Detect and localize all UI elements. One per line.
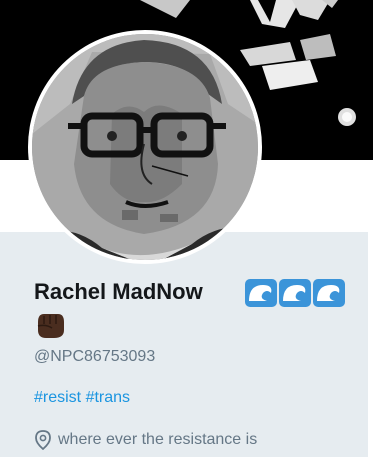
name-emojis — [245, 279, 345, 307]
location-pin-icon — [35, 430, 51, 450]
bio: #resist #trans — [34, 389, 130, 407]
raised-fist-icon — [37, 314, 64, 338]
fist-emoji-row — [34, 310, 66, 345]
avatar-frame[interactable] — [28, 30, 262, 264]
location: where ever the resistance is — [34, 430, 257, 450]
hashtag-link-resist[interactable]: #resist — [34, 389, 81, 406]
avatar-image — [32, 34, 258, 260]
user-handle[interactable]: @NPC86753093 — [34, 348, 155, 366]
wave-icon — [279, 279, 311, 307]
location-text: where ever the resistance is — [58, 431, 258, 448]
avatar[interactable] — [32, 34, 258, 260]
wave-icon — [245, 279, 277, 307]
wave-icon — [313, 279, 345, 307]
hashtag-link-trans[interactable]: #trans — [86, 389, 130, 406]
display-name[interactable]: Rachel MadNow — [34, 279, 203, 305]
card-edge — [368, 232, 373, 457]
